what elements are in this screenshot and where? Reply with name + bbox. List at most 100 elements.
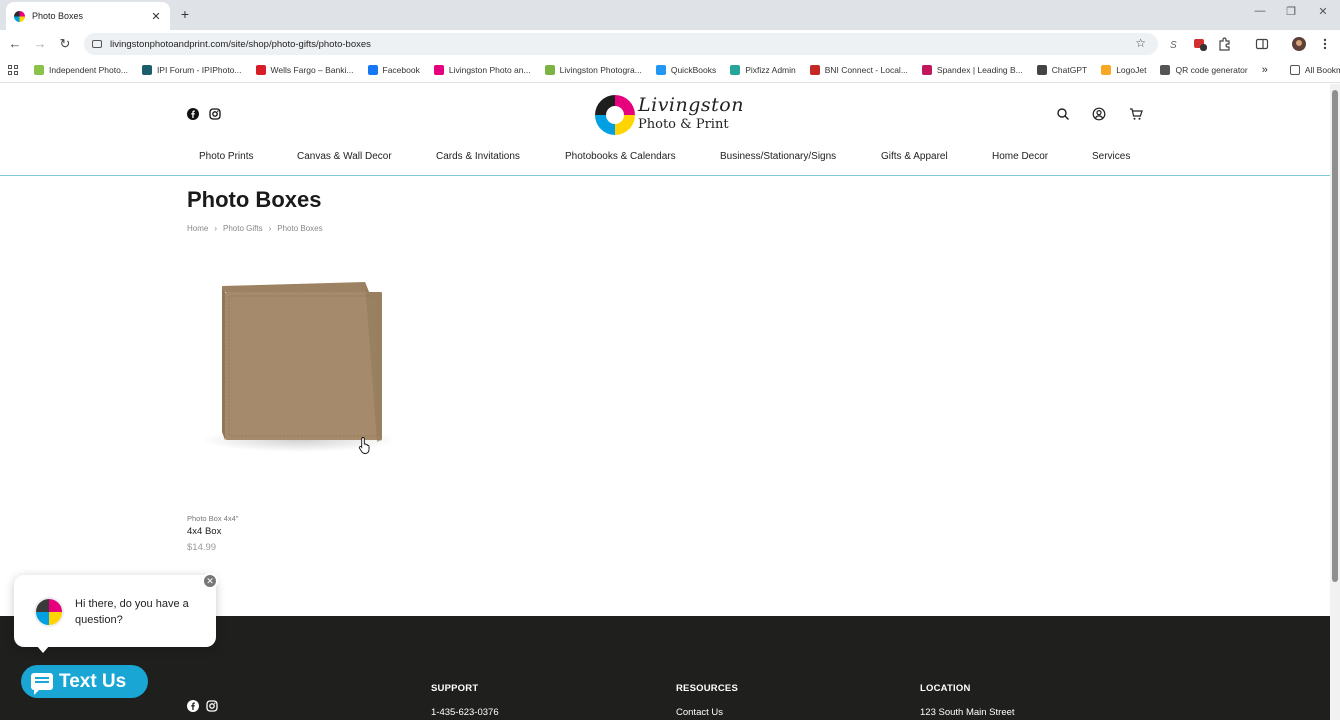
bookmark-favicon-icon [367,65,378,75]
scrollbar-thumb[interactable] [1332,90,1338,582]
footer-location-heading: LOCATION [920,683,971,694]
bookmark-label: Wells Fargo – Banki... [270,65,354,75]
browser-tab[interactable]: Photo Boxes ✕ [6,2,170,30]
bookmark-item[interactable]: Wells Fargo – Banki... [255,65,354,75]
bookmark-label: LogoJet [1116,65,1147,75]
chat-popup[interactable]: Hi there, do you have a question? [14,575,216,647]
instagram-icon[interactable] [209,108,221,120]
nav-photo-prints[interactable]: Photo Prints [199,151,253,162]
close-window-icon[interactable]: ✕ [1316,5,1330,18]
browser-menu-icon[interactable] [1318,37,1332,51]
text-us-label: Text Us [59,670,127,692]
nav-home-decor[interactable]: Home Decor [992,151,1048,162]
bookmark-label: QuickBooks [670,65,717,75]
footer-support-heading: SUPPORT [431,683,479,694]
breadcrumb-separator: › [268,224,272,233]
bookmark-favicon-icon [1101,65,1112,75]
site-logo[interactable]: Livingston Photo & Print [595,94,743,136]
bookmark-favicon-icon [1160,65,1171,75]
back-icon[interactable]: ← [7,36,23,52]
bookmark-favicon-icon [730,65,741,75]
page-title: Photo Boxes [187,187,322,212]
bookmark-item[interactable]: Livingston Photo an... [433,65,531,75]
url-text[interactable]: livingstonphotoandprint.com/site/shop/ph… [110,39,371,50]
more-bookmarks-icon[interactable]: » [1262,64,1268,76]
chat-close-icon[interactable]: ✕ [202,573,218,589]
tab-close-icon[interactable]: ✕ [150,10,162,23]
logo-sub-text: Photo & Print [638,117,729,132]
bookmark-label: IPI Forum - IPIPhoto... [156,65,242,75]
bookmark-item[interactable]: Pixfizz Admin [730,65,796,75]
profile-avatar[interactable] [1292,37,1306,51]
apps-grid-icon[interactable] [8,65,18,75]
breadcrumb-photo-gifts[interactable]: Photo Gifts [223,224,263,233]
bookmark-item[interactable]: IPI Forum - IPIPhoto... [141,65,242,75]
extension-s-icon[interactable]: S [1167,37,1181,51]
extensions-puzzle-icon[interactable] [1217,37,1231,51]
cart-icon[interactable] [1129,107,1143,121]
bookmark-favicon-icon [1036,65,1047,75]
search-icon[interactable] [1056,107,1070,121]
bookmark-item[interactable]: ChatGPT [1036,65,1087,75]
bookmark-star-icon[interactable]: ☆ [1135,36,1146,50]
bookmark-favicon-icon [655,65,666,75]
extension-red-icon[interactable] [1193,37,1207,51]
nav-gifts-apparel[interactable]: Gifts & Apparel [881,151,948,162]
address-bar[interactable]: livingstonphotoandprint.com/site/shop/ph… [84,33,1158,55]
breadcrumb-home[interactable]: Home [187,224,208,233]
hand-cursor-icon [358,437,370,454]
nav-cards-invitations[interactable]: Cards & Invitations [436,151,520,162]
footer-facebook-icon[interactable] [187,700,199,712]
forward-icon[interactable]: → [32,36,48,52]
side-panel-icon[interactable] [1255,37,1269,51]
browser-tab-strip: Photo Boxes ✕ + — ❐ ✕ [0,0,1340,30]
bookmark-label: Facebook [382,65,420,75]
reload-icon[interactable]: ↻ [57,36,73,52]
browser-toolbar: ← → ↻ livingstonphotoandprint.com/site/s… [0,30,1340,58]
bookmark-favicon-icon [141,65,152,75]
footer-instagram-icon[interactable] [206,700,218,712]
nav-business-stationary-signs[interactable]: Business/Stationary/Signs [720,151,836,162]
main-navigation: Photo Prints Canvas & Wall Decor Cards &… [0,140,1330,176]
bookmark-item[interactable]: Facebook [367,65,420,75]
product-image[interactable] [187,262,405,480]
nav-services[interactable]: Services [1092,151,1130,162]
bookmark-label: QR code generator [1175,65,1248,75]
logo-aperture-icon [595,95,635,135]
bookmark-favicon-icon [255,65,266,75]
product-subtitle: Photo Box 4x4" [187,514,239,523]
bookmarks-bar: Independent Photo... IPI Forum - IPIPhoto… [0,58,1340,83]
bookmark-favicon-icon [809,65,820,75]
breadcrumb-current: Photo Boxes [277,224,323,233]
bookmark-item[interactable]: BNI Connect - Local... [809,65,908,75]
text-us-button[interactable]: Text Us [21,665,148,698]
bookmark-item[interactable]: Livingston Photogra... [544,65,642,75]
facebook-icon[interactable] [187,108,199,120]
minimize-icon[interactable]: — [1253,5,1267,17]
nav-canvas-wall-decor[interactable]: Canvas & Wall Decor [297,151,392,162]
site-favicon-icon [14,10,25,22]
breadcrumb: Home › Photo Gifts › Photo Boxes [187,224,323,233]
nav-photobooks-calendars[interactable]: Photobooks & Calendars [565,151,676,162]
svg-text:S: S [1170,40,1177,51]
bookmark-item[interactable]: QuickBooks [655,65,717,75]
footer-contact-link[interactable]: Contact Us [676,707,723,718]
bookmark-favicon-icon [921,65,932,75]
site-info-icon[interactable] [92,40,102,48]
bookmark-item[interactable]: Independent Photo... [34,65,128,75]
product-name-link[interactable]: 4x4 Box [187,526,221,537]
footer-address: 123 South Main Street [920,707,1015,718]
bookmark-item[interactable]: QR code generator [1160,65,1248,75]
all-bookmarks-button[interactable]: All Bookmarks [1289,65,1340,75]
account-icon[interactable] [1092,107,1106,121]
page-scrollbar[interactable] [1330,84,1340,720]
new-tab-button[interactable]: + [178,6,192,22]
bookmark-favicon-icon [544,65,555,75]
footer-phone-link[interactable]: 1-435-623-0376 [431,707,499,718]
folder-icon [1289,65,1300,75]
bookmark-item[interactable]: LogoJet [1101,65,1146,75]
bookmark-item[interactable]: Spandex | Leading B... [921,65,1023,75]
chat-avatar [34,597,64,627]
restore-icon[interactable]: ❐ [1284,5,1298,18]
bookmark-label: Pixfizz Admin [745,65,796,75]
